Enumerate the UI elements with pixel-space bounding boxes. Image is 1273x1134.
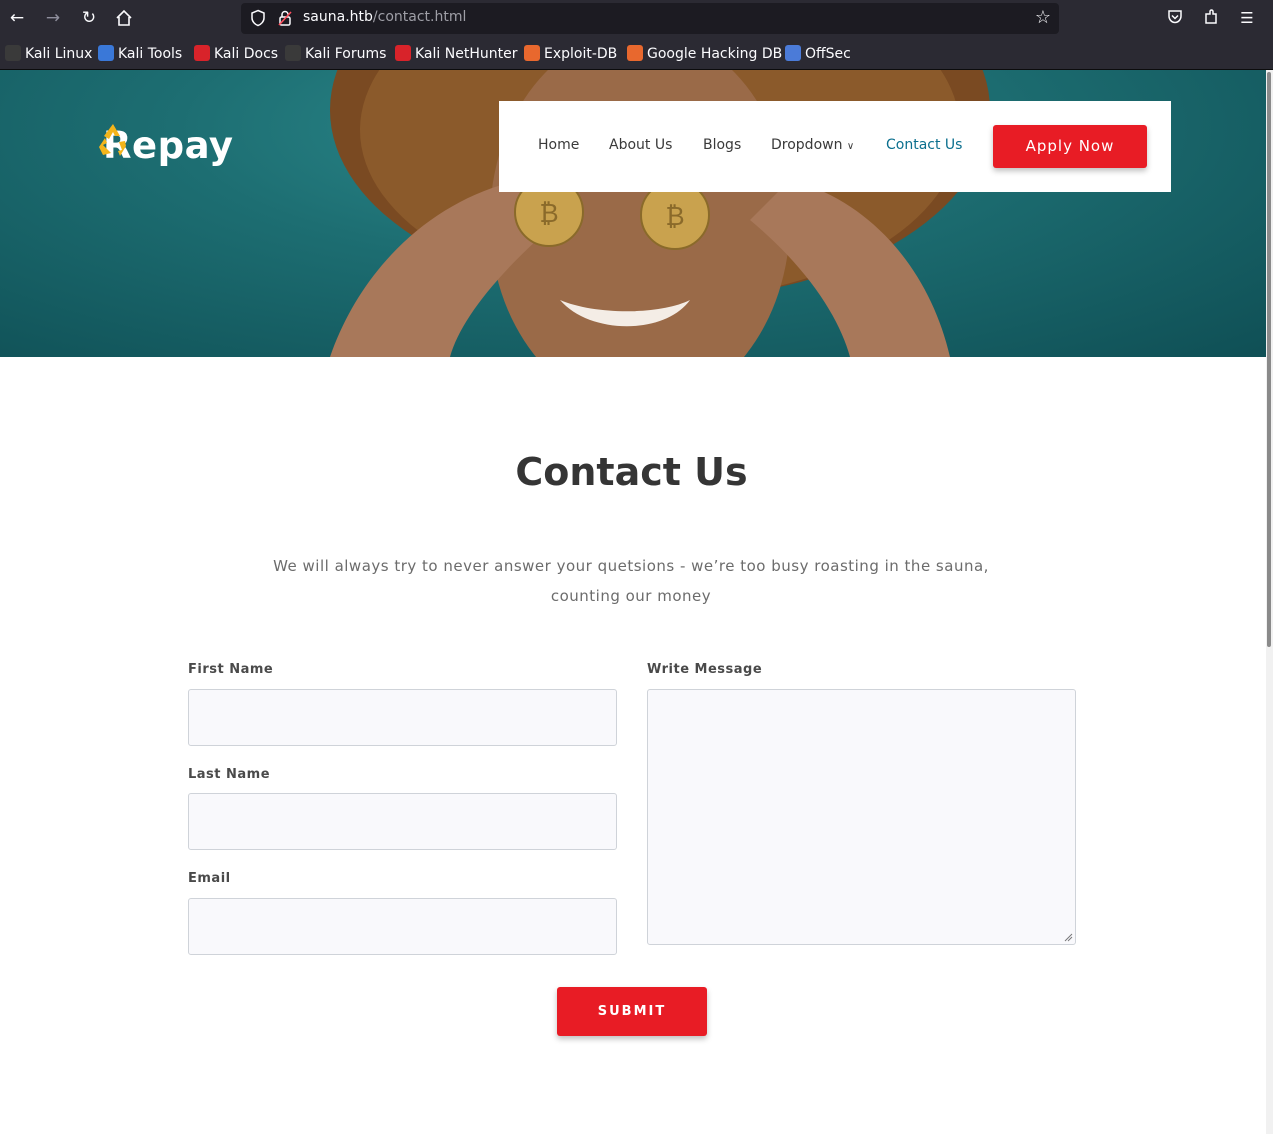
svg-text:₿: ₿ [665, 202, 684, 232]
offsec-icon [785, 45, 801, 61]
browser-toolbar: ← → ↻ sauna.htb/contact.html ☆ ☰ [0, 0, 1273, 37]
resize-handle-icon[interactable] [1064, 933, 1073, 942]
home-icon[interactable] [113, 7, 135, 29]
bookmark-offsec[interactable]: OffSec [785, 45, 851, 63]
scrollbar-thumb[interactable] [1267, 72, 1271, 647]
apply-now-button[interactable]: Apply Now [993, 125, 1147, 168]
message-textarea[interactable] [647, 689, 1076, 945]
bookmark-kali-linux[interactable]: Kali Linux [5, 45, 92, 63]
recycle-logo-icon [99, 124, 126, 156]
exploit-db-icon [524, 45, 540, 61]
bookmark-label: Google Hacking DB [647, 46, 783, 62]
url-path: /contact.html [372, 9, 467, 25]
last-name-input[interactable] [188, 793, 617, 850]
nav-about-us[interactable]: About Us [609, 137, 672, 153]
pocket-icon[interactable] [1165, 8, 1185, 28]
email-input[interactable] [188, 898, 617, 955]
submit-button[interactable]: SUBMIT [557, 987, 707, 1036]
nav-blogs[interactable]: Blogs [703, 137, 741, 153]
bookmark-label: Kali Docs [214, 46, 279, 62]
site-logo[interactable]: Repay [93, 120, 234, 170]
page-subtitle: We will always try to never answer your … [273, 557, 989, 605]
insecure-lock-icon[interactable] [277, 9, 293, 27]
nav-dropdown-label: Dropdown [771, 137, 843, 153]
kali-docs-icon [194, 45, 210, 61]
ghdb-icon [627, 45, 643, 61]
url-host: sauna.htb [303, 9, 373, 25]
bookmark-kali-forums[interactable]: Kali Forums [285, 45, 386, 63]
nav-contact-us[interactable]: Contact Us [886, 137, 962, 153]
bookmarks-bar: Kali Linux Kali Tools Kali Docs Kali For… [0, 37, 1273, 70]
extensions-icon[interactable] [1201, 8, 1221, 28]
bookmark-label: Kali Tools [118, 46, 183, 62]
bookmark-label: Kali NetHunter [415, 46, 518, 62]
main-nav: Home About Us Blogs Dropdown ∨ Contact U… [499, 101, 1171, 192]
back-arrow-icon[interactable]: ← [6, 7, 28, 29]
nav-dropdown[interactable]: Dropdown ∨ [771, 137, 854, 153]
bookmark-exploit-db[interactable]: Exploit-DB [524, 45, 617, 63]
reload-icon[interactable]: ↻ [78, 7, 100, 29]
forward-arrow-icon[interactable]: → [42, 7, 64, 29]
bookmark-kali-docs[interactable]: Kali Docs [194, 45, 278, 63]
url-text[interactable]: sauna.htb/contact.html [303, 9, 466, 25]
menu-hamburger-icon[interactable]: ☰ [1237, 8, 1257, 28]
bookmark-kali-tools[interactable]: Kali Tools [98, 45, 182, 63]
bookmark-star-icon[interactable]: ☆ [1035, 8, 1051, 28]
first-name-label: First Name [188, 662, 274, 677]
tracking-shield-icon[interactable] [249, 9, 267, 27]
kali-tools-icon [98, 45, 114, 61]
bookmark-kali-nethunter[interactable]: Kali NetHunter [395, 45, 517, 63]
kali-nethunter-icon [395, 45, 411, 61]
bookmark-label: Kali Forums [305, 46, 387, 62]
svg-text:₿: ₿ [539, 199, 558, 229]
chevron-down-icon: ∨ [846, 141, 855, 152]
kali-dragon-icon [5, 45, 21, 61]
url-bar[interactable]: sauna.htb/contact.html ☆ [241, 3, 1059, 34]
bookmark-label: OffSec [805, 46, 851, 62]
page-title: Contact Us [515, 450, 748, 494]
bookmark-label: Kali Linux [25, 46, 93, 62]
last-name-label: Last Name [188, 767, 271, 782]
first-name-input[interactable] [188, 689, 617, 746]
email-label: Email [188, 871, 231, 886]
nav-home[interactable]: Home [538, 137, 579, 153]
message-label: Write Message [647, 662, 763, 677]
hero-banner: ₿ ₿ Repay Home About Us Blogs Dropdown ∨… [0, 70, 1273, 357]
bookmark-google-hacking-db[interactable]: Google Hacking DB [627, 45, 782, 63]
kali-forums-icon [285, 45, 301, 61]
bookmark-label: Exploit-DB [544, 46, 618, 62]
